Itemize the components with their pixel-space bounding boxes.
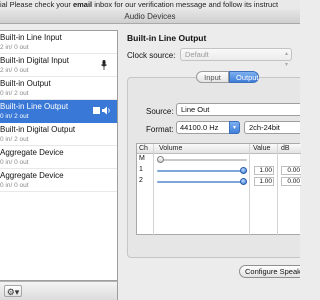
device-io: 0 in/ 0 out xyxy=(0,182,29,189)
volume-value-field[interactable]: 1.00 xyxy=(254,166,274,175)
device-io: 0 in/ 0 out xyxy=(0,159,29,166)
verification-banner: ial Please check your email inbox for ou… xyxy=(0,0,300,9)
volume-db-field[interactable]: 0.00 xyxy=(281,166,301,175)
volume-slider-ch2[interactable] xyxy=(157,178,247,185)
volume-db-field[interactable]: 0.00 xyxy=(281,177,301,186)
banner-bold: email xyxy=(72,0,93,9)
volume-knob[interactable] xyxy=(157,156,164,163)
device-name: Aggregate Device xyxy=(0,148,64,157)
device-item-built-in-digital-output[interactable]: Built-in Digital Output 0 in/ 2 out xyxy=(0,123,117,146)
chevron-down-icon[interactable]: ▾ xyxy=(229,121,240,134)
header-db: dB xyxy=(281,145,290,152)
device-name: Built-in Digital Input xyxy=(0,56,69,65)
device-item-aggregate-device[interactable]: Aggregate Device 0 in/ 0 out xyxy=(0,146,117,169)
window-title: Audio Devices xyxy=(0,9,300,24)
header-volume: Volume xyxy=(159,145,183,152)
device-io: 2 in/ 0 out xyxy=(0,67,29,74)
volume-knob[interactable] xyxy=(240,167,247,174)
device-name: Built-in Output xyxy=(0,79,51,88)
device-item-built-in-line-output[interactable]: Built-in Line Output 0 in/ 2 out xyxy=(0,100,117,123)
channel-row-1: 1 1.00 0.00 xyxy=(137,166,301,176)
format-label: Format: xyxy=(146,125,174,134)
microphone-icon xyxy=(101,60,107,72)
device-item-aggregate-device[interactable]: Aggregate Device 0 in/ 0 out xyxy=(0,169,117,192)
speaker-output-icon xyxy=(93,106,111,117)
channel-label: 1 xyxy=(139,166,143,173)
header-ch: Ch xyxy=(139,145,148,152)
device-title: Built-in Line Output xyxy=(127,33,207,43)
source-select[interactable]: Line Out xyxy=(176,103,300,116)
channel-label: 2 xyxy=(139,177,143,184)
channel-label: M xyxy=(139,155,145,162)
banner-suffix: inbox for our verification message and f… xyxy=(92,0,279,9)
device-name: Built-in Digital Output xyxy=(0,125,76,134)
device-io: 0 in/ 2 out xyxy=(0,136,29,143)
clock-source-value: Default xyxy=(185,50,209,59)
clock-source-select[interactable]: Default ▴ ▾ xyxy=(180,48,292,68)
device-io: 0 in/ 2 out xyxy=(0,113,29,120)
clock-source-label: Clock source: xyxy=(127,51,176,60)
gear-menu-button[interactable]: ⚙▾ xyxy=(4,285,22,297)
tab-output[interactable]: Output xyxy=(229,71,259,83)
format-bits-select[interactable]: 2ch-24bit xyxy=(244,121,300,134)
device-item-built-in-output[interactable]: Built-in Output 0 in/ 2 out xyxy=(0,77,117,100)
device-name: Built-in Line Output xyxy=(0,102,69,111)
volume-knob[interactable] xyxy=(240,178,247,185)
device-name: Aggregate Device xyxy=(0,171,64,180)
header-value: Value xyxy=(253,145,271,152)
device-io: 2 in/ 0 out xyxy=(0,44,29,51)
device-io: 0 in/ 2 out xyxy=(0,90,29,97)
source-label: Source: xyxy=(146,107,174,116)
configure-speakers-button[interactable]: Configure Speakers... xyxy=(239,265,300,278)
volume-slider-ch1[interactable] xyxy=(157,167,247,174)
device-item-built-in-line-input[interactable]: Built-in Line Input 2 in/ 0 out xyxy=(0,31,117,54)
volume-slider-master[interactable] xyxy=(157,156,247,163)
channel-row-master: M xyxy=(137,155,301,165)
channel-row-2: 2 1.00 0.00 xyxy=(137,177,301,187)
device-name: Built-in Line Input xyxy=(0,33,62,42)
device-list: Built-in Line Input 2 in/ 0 out Built-in… xyxy=(0,30,118,281)
banner-prefix: ial Please check your xyxy=(0,0,73,9)
volume-value-field[interactable]: 1.00 xyxy=(254,177,274,186)
device-item-built-in-digital-input[interactable]: Built-in Digital Input 2 in/ 0 out xyxy=(0,54,117,77)
io-tabs: Input Output xyxy=(196,71,259,83)
device-list-footer: + ⚙▾ xyxy=(0,281,118,300)
tab-input[interactable]: Input xyxy=(196,71,229,83)
channel-table: Ch Volume Value dB M 1 1.00 0.00 2 1.00 … xyxy=(136,143,301,236)
updown-arrows-icon: ▴ ▾ xyxy=(284,51,288,68)
